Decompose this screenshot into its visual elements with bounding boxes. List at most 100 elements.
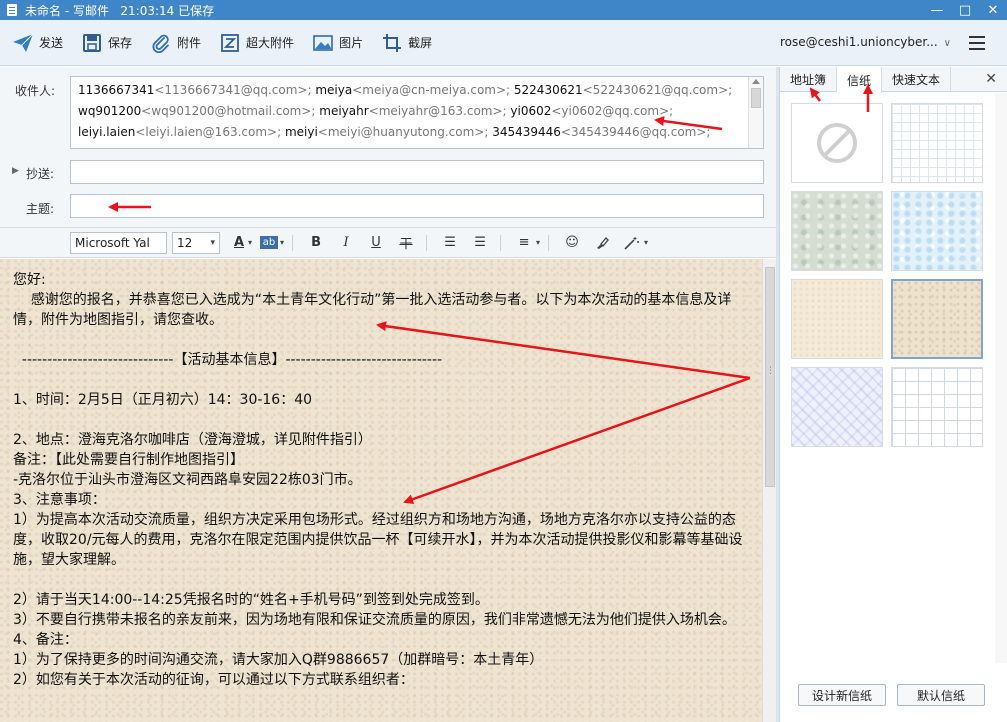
separator xyxy=(548,234,550,251)
recipient-email: <wq901200@hotmail.com>; xyxy=(141,104,320,118)
recipient-name[interactable]: meiyi xyxy=(285,125,318,139)
subject-label: 主题: xyxy=(26,202,55,216)
separator xyxy=(426,234,428,251)
align-button[interactable]: ≡ xyxy=(512,232,536,254)
body-line: 1、时间：2月5日（正月初六）14：30-16：40 xyxy=(13,392,313,408)
body-line: 3）不要自行携带未报名的亲友前来，因为场地有限和保证交流质量的原因，我们非常遗憾… xyxy=(13,612,736,628)
tab-quick-text[interactable]: 快速文本 xyxy=(882,67,952,92)
side-panel: 地址簿 信纸 快速文本 ✕ 设计新信纸 默认信纸 xyxy=(779,67,1007,722)
screenshot-button[interactable]: 截屏 xyxy=(375,28,438,58)
body-line: 3、注意事项： xyxy=(13,492,106,508)
tab-address-book[interactable]: 地址簿 xyxy=(780,67,838,92)
recipient-email: <yi0602@qq.com>; xyxy=(551,104,674,118)
screenshot-label: 截屏 xyxy=(408,36,433,50)
panel-scrollbar[interactable] xyxy=(995,93,1007,663)
recipient-name[interactable]: 522430621 xyxy=(514,83,583,97)
cc-field[interactable] xyxy=(70,160,764,184)
font-family-select[interactable]: Microsoft Yal xyxy=(70,231,167,254)
save-button[interactable]: 保存 xyxy=(75,28,138,58)
recipient-name[interactable]: 1136667341 xyxy=(78,83,154,97)
more-tools-dropdown[interactable]: ▾ xyxy=(644,238,648,247)
recipient-email: <1136667341@qq.com>; xyxy=(154,83,316,97)
to-label: 收件人: xyxy=(15,84,56,98)
cc-expand-icon[interactable]: ▶ xyxy=(12,166,19,176)
more-tools-button[interactable] xyxy=(620,232,644,254)
recipient-name[interactable]: wq901200 xyxy=(78,104,141,118)
recipient-line: 1136667341<1136667341@qq.com>; meiya<mei… xyxy=(78,80,741,101)
recipient-name[interactable]: yi0602 xyxy=(510,104,551,118)
close-button[interactable]: ✕ xyxy=(979,0,1007,20)
font-size-value: 12 xyxy=(177,235,193,250)
scrollbar-thumb[interactable] xyxy=(765,267,775,487)
image-label: 图片 xyxy=(339,36,364,50)
recipient-name[interactable]: leiyi.laien xyxy=(78,125,135,139)
account-selector[interactable]: rose@ceshi1.unioncyber... ∨ xyxy=(780,35,951,49)
body-line xyxy=(13,410,750,430)
stationery-grid-blue[interactable] xyxy=(891,367,983,447)
no-stationery-icon xyxy=(817,123,857,163)
align-dropdown[interactable]: ▾ xyxy=(536,238,540,247)
editor-scrollbar[interactable] xyxy=(762,259,776,722)
italic-button[interactable]: I xyxy=(334,232,358,254)
stationery-green-marble[interactable] xyxy=(791,191,883,271)
recipient-email: <522430621@qq.com>; xyxy=(582,83,733,97)
bullet-list-button[interactable]: ☰ xyxy=(438,232,462,254)
highlight-color-dropdown[interactable]: ▾ xyxy=(280,238,284,247)
menu-icon[interactable] xyxy=(969,36,985,50)
font-color-button[interactable]: A xyxy=(230,232,248,254)
stationery-cream[interactable] xyxy=(791,279,883,359)
format-painter-button[interactable] xyxy=(590,232,614,254)
close-panel-icon[interactable]: ✕ xyxy=(985,71,997,87)
tab-stationery-label: 信纸 xyxy=(847,73,872,88)
underline-button[interactable]: U xyxy=(364,232,388,254)
recipient-email: <meiyi@huanyutong.com>; xyxy=(317,125,493,139)
highlight-color-button[interactable]: ab xyxy=(260,236,279,249)
stationery-beige-selected[interactable] xyxy=(891,279,983,359)
message-body-editor[interactable]: 您好: 感谢您的报名，并恭喜您已入选成为“本土青年文化行动”第一批入选活动参与者… xyxy=(0,259,762,722)
maximize-button[interactable]: □ xyxy=(951,0,979,20)
stationery-blue-marble[interactable] xyxy=(891,191,983,271)
stationery-violet-weave[interactable] xyxy=(791,367,883,447)
body-line: ------------------------------【活动基本信息】--… xyxy=(13,352,443,368)
stationery-grid-light[interactable] xyxy=(891,103,983,183)
image-button[interactable]: 图片 xyxy=(306,28,369,58)
recipient-name[interactable]: meiyahr xyxy=(319,104,368,118)
font-size-select[interactable]: 12 ▾ xyxy=(172,231,220,254)
body-line xyxy=(13,370,750,390)
large-attach-button[interactable]: 超大附件 xyxy=(213,28,300,58)
save-icon xyxy=(81,32,103,54)
bold-button[interactable]: B xyxy=(304,232,328,254)
magic-wand-icon xyxy=(624,236,640,250)
body-line: 4、备注： xyxy=(13,632,78,648)
tab-address-book-label: 地址簿 xyxy=(790,73,827,87)
recipient-name[interactable]: meiya xyxy=(315,83,352,97)
body-line: 2、地点：澄海克洛尔咖啡店（澄海澄城，详见附件指引） xyxy=(13,432,372,448)
font-color-dropdown[interactable]: ▾ xyxy=(248,238,252,247)
numbered-list-button[interactable]: ☰ xyxy=(468,232,492,254)
to-scrollbar[interactable] xyxy=(748,77,763,148)
large-attachment-icon xyxy=(219,32,241,54)
send-icon xyxy=(12,32,34,54)
recipient-line: leiyi.laien<leiyi.laien@163.com>; meiyi<… xyxy=(78,122,741,143)
separator xyxy=(292,234,294,251)
minimize-button[interactable]: — xyxy=(923,0,951,20)
default-stationery-button[interactable]: 默认信纸 xyxy=(897,684,985,706)
emoji-button[interactable]: ☺ xyxy=(560,232,584,254)
font-family-value: Microsoft Yal xyxy=(75,235,150,250)
recipient-line: wq901200<wq901200@hotmail.com>; meiyahr <… xyxy=(78,101,741,122)
crop-icon xyxy=(381,32,403,54)
send-button[interactable]: 发送 xyxy=(6,28,69,58)
to-field[interactable]: 1136667341<1136667341@qq.com>; meiya <mei… xyxy=(70,76,764,149)
recipient-name[interactable]: 345439446 xyxy=(492,125,561,139)
subject-field[interactable] xyxy=(70,194,764,218)
brush-icon xyxy=(597,236,609,249)
splitter-grip-icon[interactable]: ⋮ xyxy=(766,366,775,376)
side-panel-tabs: 地址簿 信纸 快速文本 xyxy=(780,67,1007,93)
attach-button[interactable]: 附件 xyxy=(144,28,207,58)
save-label: 保存 xyxy=(108,36,133,50)
tab-stationery[interactable]: 信纸 xyxy=(837,67,883,93)
design-stationery-button[interactable]: 设计新信纸 xyxy=(798,684,886,706)
stationery-none[interactable] xyxy=(791,103,883,183)
strikethrough-button[interactable]: 干 xyxy=(394,232,418,254)
body-line: 2）请于当天14:00--14:25凭报名时的“姓名+手机号码”到签到处完成签到… xyxy=(13,592,489,608)
